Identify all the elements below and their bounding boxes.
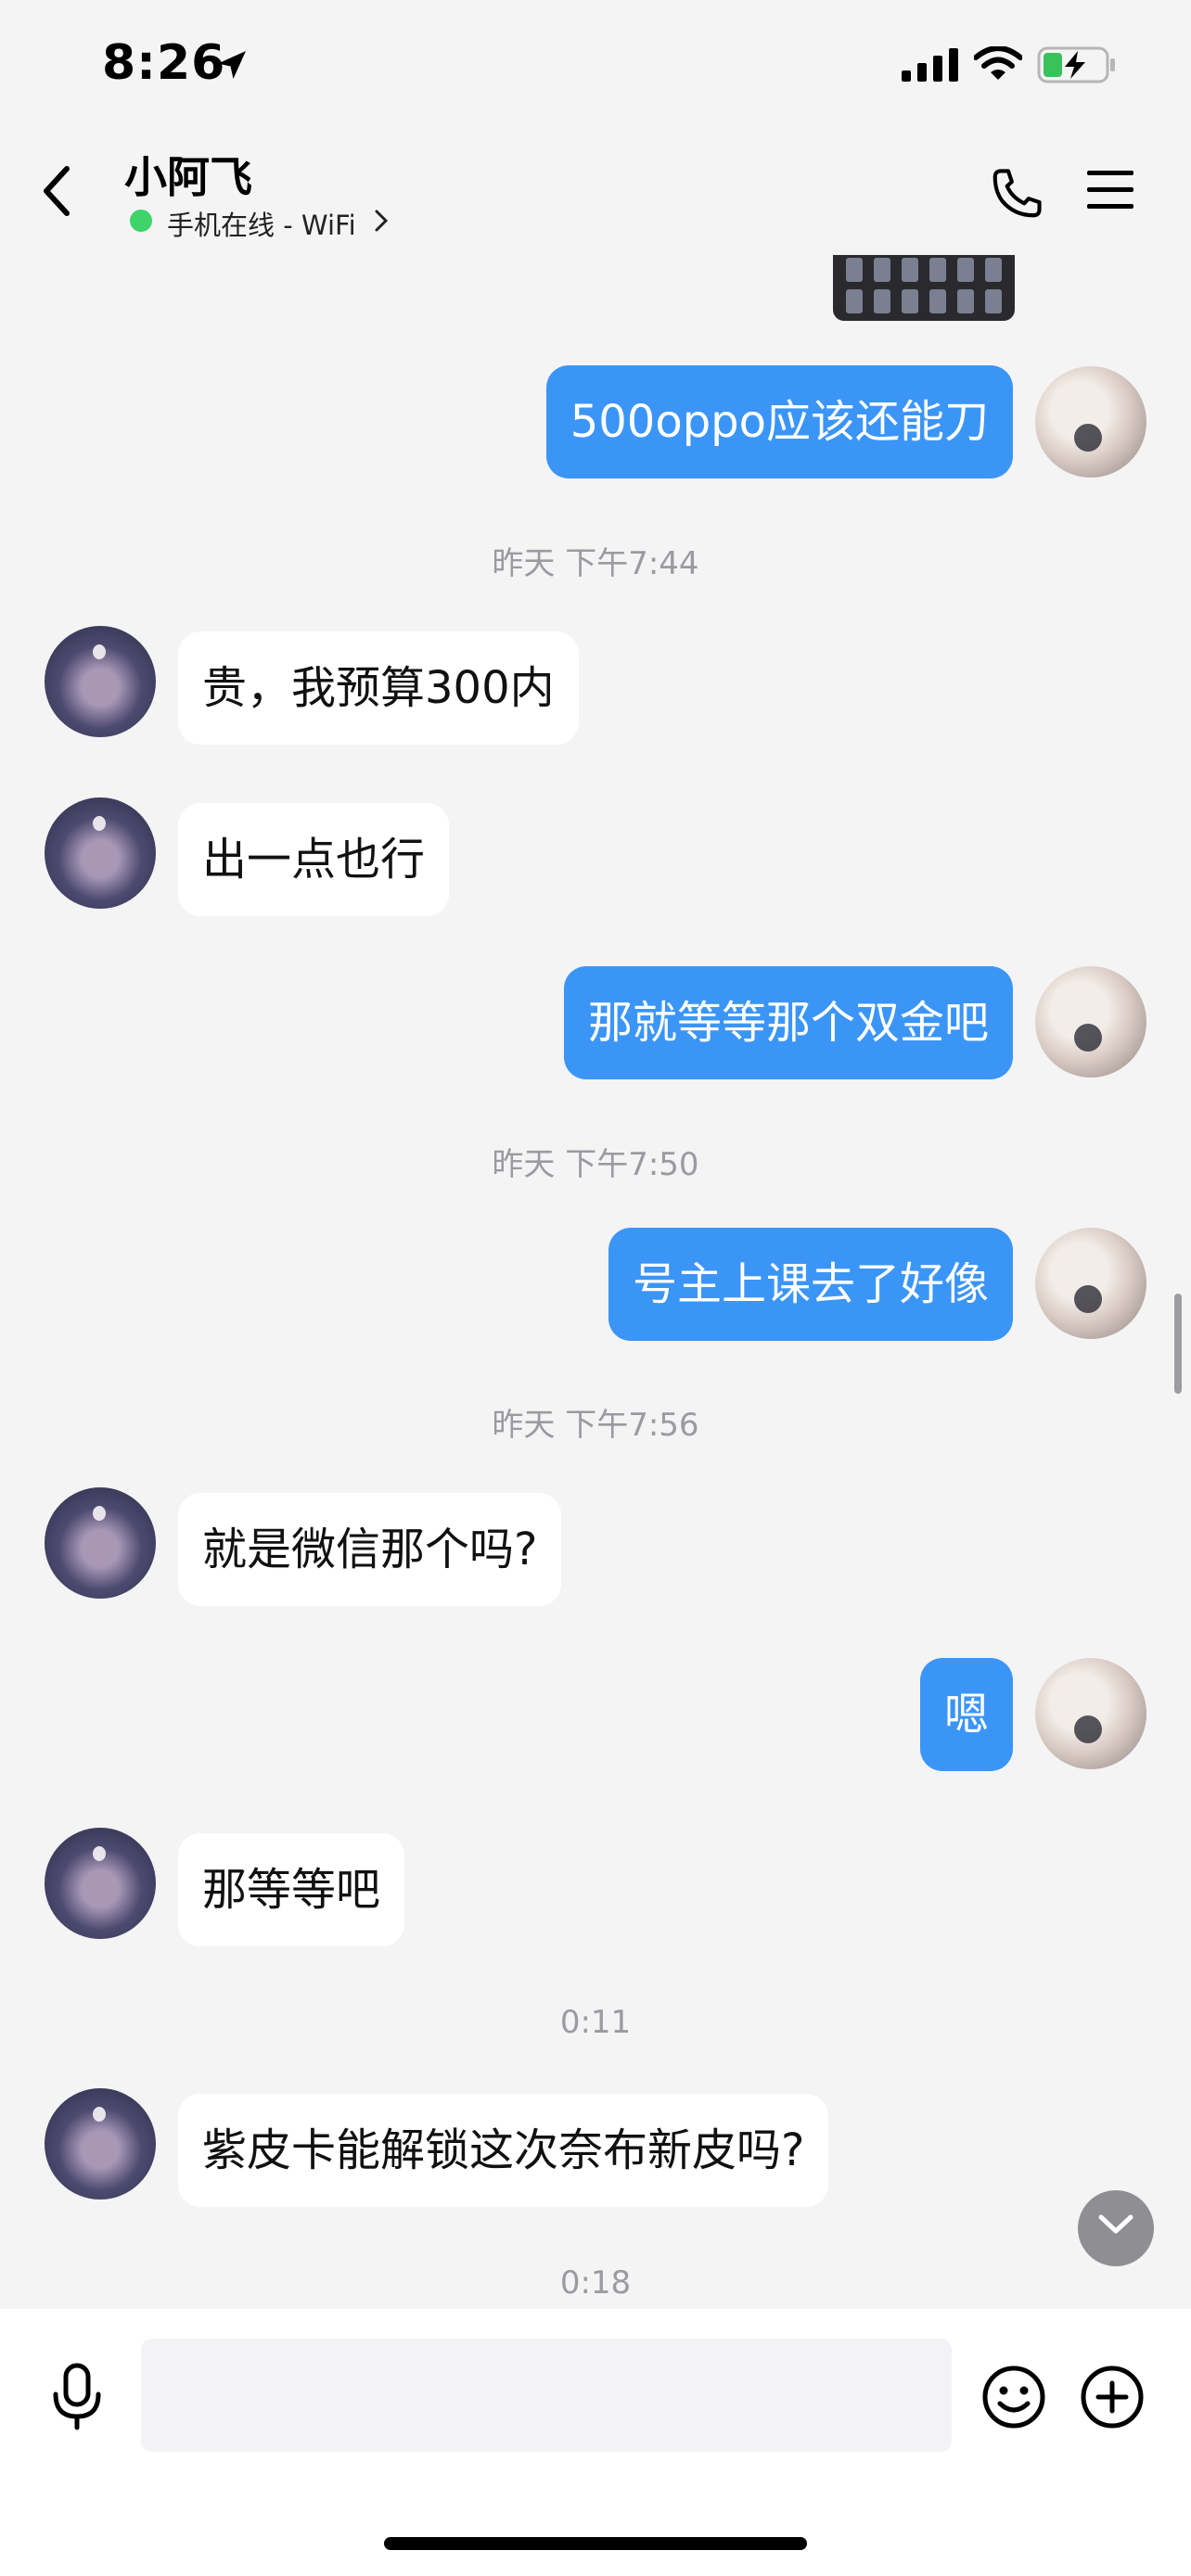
- timestamp: 0:18: [559, 2264, 632, 2302]
- message-bubble-theirs[interactable]: 出一点也行: [178, 803, 450, 916]
- signal-icon: [902, 48, 958, 82]
- message-bubble-mine[interactable]: 那就等等那个双金吧: [563, 966, 1013, 1079]
- phone-icon[interactable]: [988, 165, 1045, 223]
- scroll-down-icon: [1098, 2214, 1133, 2234]
- contact-avatar[interactable]: [45, 1487, 156, 1599]
- microphone-icon[interactable]: [48, 2363, 106, 2431]
- chat-scroll-area[interactable]: 500oppo应该还能刀 昨天 下午7:44 贵，我预算300内 出一点也行 那…: [0, 255, 1191, 2309]
- contact-avatar[interactable]: [45, 797, 156, 909]
- my-avatar[interactable]: [1035, 966, 1146, 1078]
- contact-avatar[interactable]: [45, 1828, 156, 1939]
- message-bubble-mine[interactable]: 号主上课去了好像: [608, 1228, 1013, 1341]
- plus-icon[interactable]: [1080, 2365, 1145, 2429]
- timestamp: 昨天 下午7:50: [492, 1146, 699, 1183]
- contact-name[interactable]: 小阿飞: [124, 144, 252, 205]
- my-avatar[interactable]: [1035, 1228, 1146, 1339]
- chevron-right-icon[interactable]: [375, 210, 388, 232]
- online-status-text[interactable]: 手机在线 - WiFi: [167, 204, 356, 243]
- contact-avatar[interactable]: [45, 2088, 156, 2200]
- scroll-indicator[interactable]: [1174, 1294, 1182, 1394]
- online-status-dot: [130, 210, 152, 232]
- status-bar: 8:26: [0, 0, 1191, 130]
- wifi-icon: [974, 46, 1022, 80]
- battery-charging-icon: [1037, 46, 1115, 83]
- contact-avatar[interactable]: [45, 626, 156, 737]
- status-time: 8:26: [102, 35, 226, 91]
- timestamp: 昨天 下午7:56: [492, 1407, 699, 1444]
- message-bubble-theirs[interactable]: 那等等吧: [178, 1833, 405, 1946]
- message-bubble-theirs[interactable]: 就是微信那个吗?: [178, 1493, 562, 1606]
- image-message-thumbnail[interactable]: [833, 255, 1015, 321]
- message-input[interactable]: [141, 2339, 952, 2452]
- home-indicator[interactable]: [384, 2537, 807, 2550]
- emoji-icon[interactable]: [981, 2365, 1046, 2429]
- menu-icon[interactable]: [1087, 169, 1133, 211]
- message-bubble-theirs[interactable]: 贵，我预算300内: [178, 631, 579, 745]
- timestamp: 昨天 下午7:44: [492, 545, 699, 582]
- message-bubble-theirs[interactable]: 紫皮卡能解锁这次奈布新皮吗?: [178, 2094, 829, 2207]
- location-arrow-icon: [218, 51, 246, 79]
- message-bubble-mine[interactable]: 500oppo应该还能刀: [545, 365, 1013, 478]
- my-avatar[interactable]: [1035, 366, 1146, 478]
- timestamp: 0:11: [559, 2004, 632, 2041]
- back-icon[interactable]: [39, 165, 76, 217]
- scroll-to-bottom-button[interactable]: [1078, 2190, 1154, 2266]
- my-avatar[interactable]: [1035, 1658, 1146, 1769]
- message-bubble-mine[interactable]: 嗯: [919, 1658, 1013, 1771]
